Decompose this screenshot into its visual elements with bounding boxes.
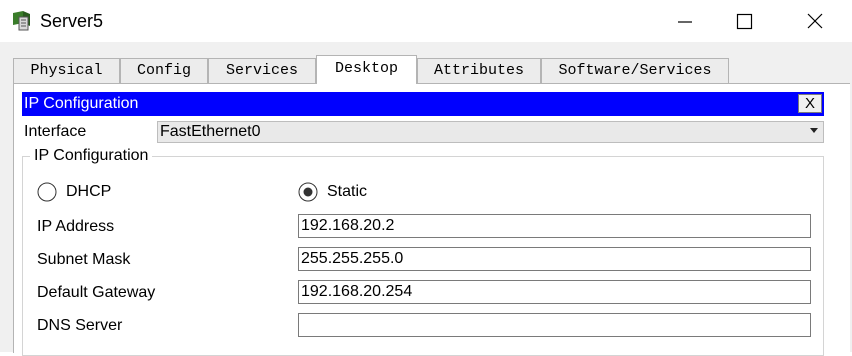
tab-software-services[interactable]: Software/Services <box>541 58 729 83</box>
default-gateway-input[interactable]: 192.168.20.254 <box>298 280 811 304</box>
subnet-mask-value: 255.255.255.0 <box>301 250 404 267</box>
dhcp-radio[interactable] <box>37 182 57 202</box>
minimize-button[interactable] <box>662 4 708 38</box>
ip-config-title: IP Configuration <box>24 95 139 112</box>
ip-config-title-bar: IP Configuration X <box>22 92 824 116</box>
dns-server-label: DNS Server <box>37 317 123 334</box>
subnet-mask-label: Subnet Mask <box>37 251 131 268</box>
interface-value: FastEthernet0 <box>160 123 261 140</box>
default-gateway-label: Default Gateway <box>37 284 156 301</box>
interface-label: Interface <box>24 123 87 140</box>
default-gateway-value: 192.168.20.254 <box>301 283 413 300</box>
tab-services[interactable]: Services <box>208 58 316 83</box>
server-app-icon <box>10 9 34 33</box>
static-label[interactable]: Static <box>327 182 367 202</box>
interface-select[interactable]: FastEthernet0 <box>157 121 824 143</box>
maximize-button[interactable] <box>721 4 767 38</box>
minimize-icon <box>678 21 692 23</box>
tab-physical[interactable]: Physical <box>13 58 120 83</box>
window-title: Server5 <box>40 11 104 31</box>
ip-address-value: 192.168.20.2 <box>301 217 395 234</box>
tab-attributes[interactable]: Attributes <box>417 58 541 83</box>
static-radio[interactable] <box>298 182 318 202</box>
window-title-bar: Server5 <box>0 0 852 42</box>
dns-server-input[interactable] <box>298 313 811 337</box>
ip-config-close-button[interactable]: X <box>798 94 822 113</box>
maximize-icon <box>736 13 753 30</box>
ip-address-label: IP Address <box>37 218 115 235</box>
ip-config-group-label: IP Configuration <box>30 146 153 166</box>
ip-address-input[interactable]: 192.168.20.2 <box>298 214 811 238</box>
chevron-down-icon <box>810 128 818 133</box>
subnet-mask-input[interactable]: 255.255.255.0 <box>298 247 811 271</box>
close-window-button[interactable] <box>792 4 838 38</box>
close-icon <box>807 13 823 29</box>
tab-config[interactable]: Config <box>120 58 208 83</box>
dhcp-label[interactable]: DHCP <box>66 182 111 202</box>
tab-desktop[interactable]: Desktop <box>316 55 417 84</box>
